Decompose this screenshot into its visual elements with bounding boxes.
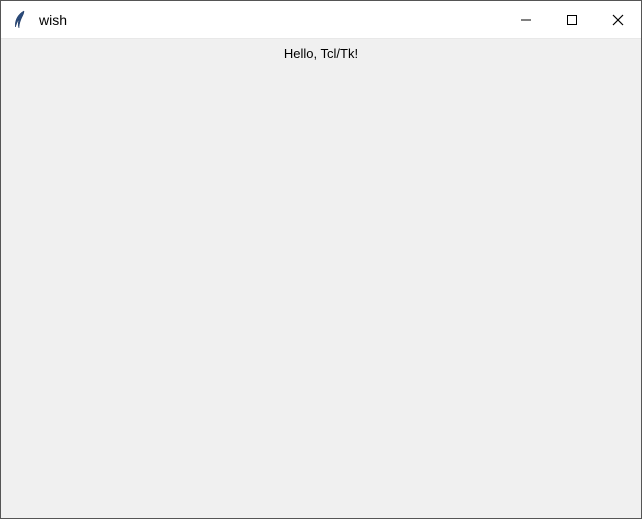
minimize-icon (521, 15, 531, 25)
close-icon (612, 14, 624, 26)
minimize-button[interactable] (503, 1, 549, 38)
feather-icon (11, 9, 29, 31)
window-title: wish (39, 12, 503, 28)
window-controls (503, 1, 641, 38)
hello-label: Hello, Tcl/Tk! (284, 46, 358, 61)
maximize-icon (567, 15, 577, 25)
close-button[interactable] (595, 1, 641, 38)
maximize-button[interactable] (549, 1, 595, 38)
window-titlebar: wish (1, 1, 641, 39)
client-area: Hello, Tcl/Tk! (1, 39, 641, 518)
